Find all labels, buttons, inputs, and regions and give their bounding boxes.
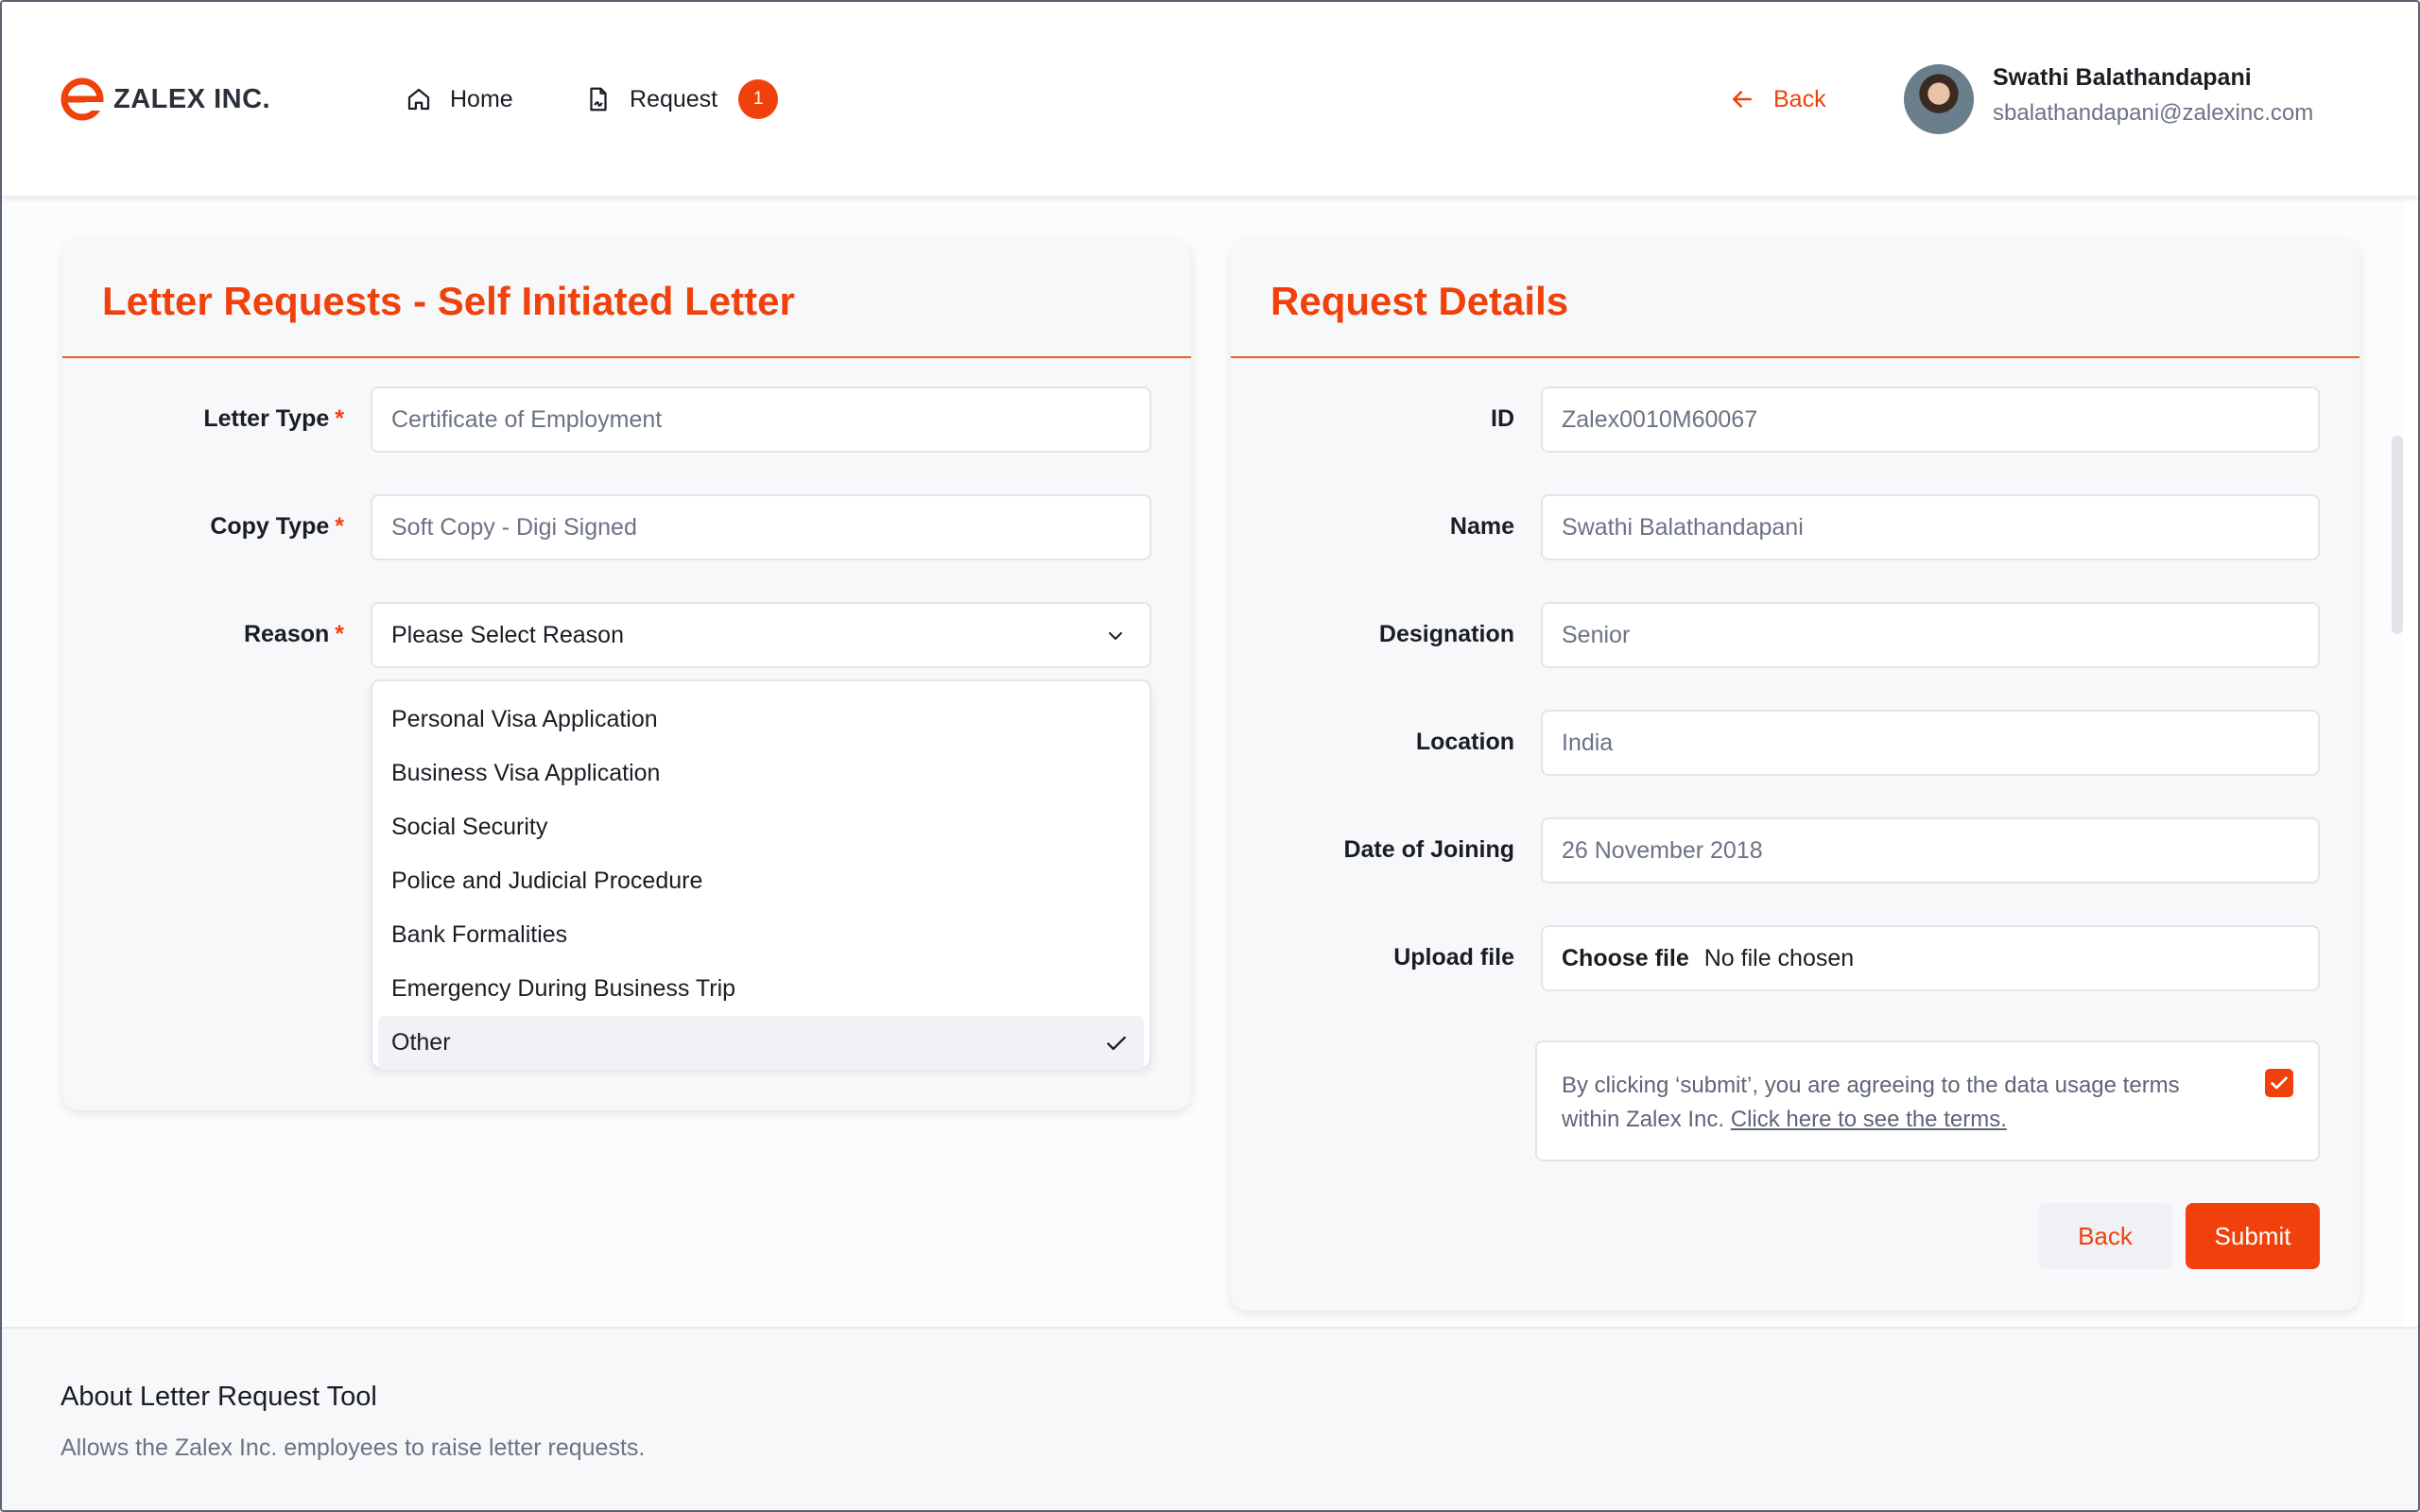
reason-select-value: Please Select Reason <box>391 621 624 648</box>
back-button[interactable]: Back <box>2038 1203 2172 1269</box>
reason-select[interactable]: Please Select Reason <box>371 602 1151 668</box>
name-label: Name <box>1449 513 1514 540</box>
reason-option-label: Other <box>391 1029 451 1056</box>
submit-button[interactable]: Submit <box>2186 1203 2320 1269</box>
terms-box: By clicking ‘submit’, you are agreeing t… <box>1535 1040 2320 1161</box>
terms-checkbox[interactable] <box>2265 1069 2293 1097</box>
request-details-card: Request Details ID Zalex0010M60067 Name … <box>1231 239 2360 1311</box>
header-back-label: Back <box>1773 85 1826 112</box>
main-content: Letter Requests - Self Initiated Letter … <box>2 198 2403 1327</box>
location-label: Location <box>1415 729 1514 755</box>
copy-type-label-text: Copy Type <box>210 513 330 540</box>
name-input[interactable]: Swathi Balathandapani <box>1541 494 2320 560</box>
reason-option[interactable]: Business Visa Application <box>378 747 1144 800</box>
designation-label: Designation <box>1378 621 1514 647</box>
reason-option-label: Emergency During Business Trip <box>391 975 736 1002</box>
nav-home[interactable]: Home <box>405 77 513 121</box>
letter-type-label-text: Letter Type <box>203 405 330 432</box>
file-status-text: No file chosen <box>1703 944 1855 971</box>
footer-description: Allows the Zalex Inc. employees to raise… <box>60 1435 646 1461</box>
app-window: ZALEX INC. Home Request 1 Back Swathi Ba… <box>0 0 2420 1512</box>
letter-request-title: Letter Requests - Self Initiated Letter <box>102 279 795 323</box>
header-back-link[interactable]: Back <box>1728 77 1826 121</box>
reason-label: Reason * <box>62 621 344 648</box>
card-divider <box>62 356 1191 358</box>
chevron-down-icon <box>1109 632 1122 640</box>
id-label: ID <box>1491 405 1514 432</box>
footer-title: About Letter Request Tool <box>60 1382 377 1412</box>
letter-request-card: Letter Requests - Self Initiated Letter … <box>62 239 1191 1110</box>
zalex-logo-icon <box>60 77 104 121</box>
location-input[interactable]: India <box>1541 710 2320 776</box>
date-of-joining-label: Date of Joining <box>1343 836 1514 863</box>
nav-request-label: Request <box>630 85 718 112</box>
file-signature-icon <box>590 87 607 112</box>
reason-option[interactable]: Bank Formalities <box>378 908 1144 962</box>
footer: About Letter Request Tool Allows the Zal… <box>2 1327 2418 1510</box>
nav-home-label: Home <box>450 85 513 112</box>
upload-file-label: Upload file <box>1393 944 1514 971</box>
letter-type-label: Letter Type * <box>62 405 344 433</box>
request-details-title: Request Details <box>1270 279 1569 323</box>
reason-option-label: Business Visa Application <box>391 760 661 786</box>
request-count-badge: 1 <box>738 79 779 119</box>
reason-option-label: Social Security <box>391 814 548 840</box>
logo-text: ZALEX INC. <box>113 83 271 114</box>
id-input[interactable]: Zalex0010M60067 <box>1541 387 2320 453</box>
date-of-joining-input[interactable]: 26 November 2018 <box>1541 817 2320 884</box>
arrow-left-icon <box>1733 91 1752 108</box>
user-avatar[interactable] <box>1904 64 1974 134</box>
reason-option-label: Bank Formalities <box>391 921 568 948</box>
scrollbar-thumb[interactable] <box>2392 436 2403 634</box>
required-asterisk: * <box>335 621 344 647</box>
card-divider <box>1231 356 2360 358</box>
upload-file-input[interactable]: Choose file No file chosen <box>1541 925 2320 991</box>
required-asterisk: * <box>335 513 344 540</box>
checkmark-icon <box>1107 1036 1126 1051</box>
letter-type-input[interactable]: Certificate of Employment <box>371 387 1151 453</box>
terms-link[interactable]: Click here to see the terms. <box>1731 1107 2007 1132</box>
reason-dropdown-menu: Personal Visa Application Business Visa … <box>371 679 1151 1070</box>
copy-type-label: Copy Type * <box>62 513 344 541</box>
reason-option[interactable]: Police and Judicial Procedure <box>378 854 1144 908</box>
reason-option[interactable]: Personal Visa Application <box>378 693 1144 747</box>
reason-option[interactable]: Emergency During Business Trip <box>378 962 1144 1016</box>
reason-option-selected[interactable]: Other <box>378 1016 1144 1070</box>
user-email: sbalathandapani@zalexinc.com <box>1993 100 2314 126</box>
user-name: Swathi Balathandapani <box>1993 64 2252 91</box>
reason-label-text: Reason <box>243 621 330 647</box>
choose-file-button[interactable]: Choose file <box>1562 945 1689 972</box>
copy-type-input[interactable]: Soft Copy - Digi Signed <box>371 494 1151 560</box>
designation-input[interactable]: Senior <box>1541 602 2320 668</box>
top-header: ZALEX INC. Home Request 1 Back Swathi Ba… <box>2 2 2418 196</box>
required-asterisk: * <box>335 405 344 432</box>
reason-option-label: Police and Judicial Procedure <box>391 868 703 894</box>
company-logo[interactable]: ZALEX INC. <box>60 77 270 121</box>
checkmark-icon <box>2271 1076 2288 1090</box>
reason-option-label: Personal Visa Application <box>391 706 658 732</box>
home-icon <box>407 88 430 111</box>
reason-option[interactable]: Social Security <box>378 800 1144 854</box>
nav-request[interactable]: Request 1 <box>584 77 779 121</box>
